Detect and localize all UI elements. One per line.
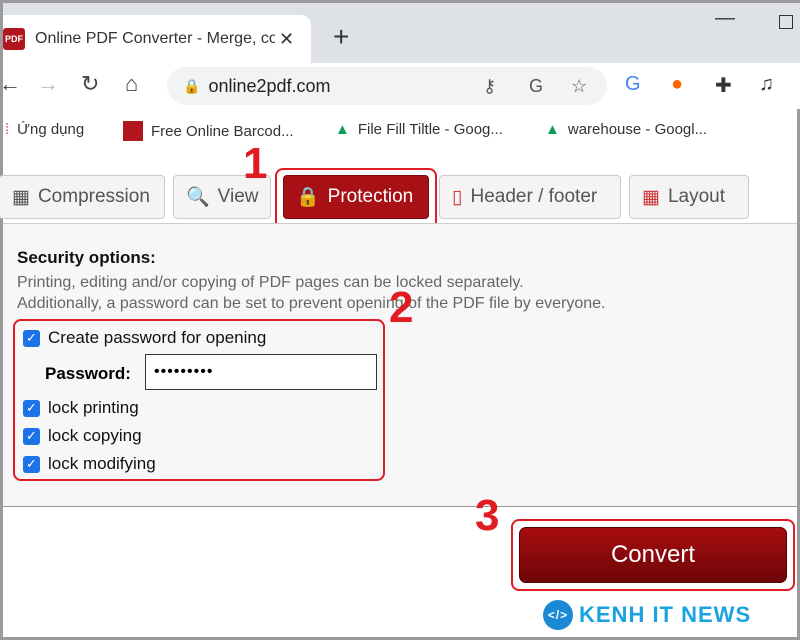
tab-layout[interactable]: ▦ Layout bbox=[629, 175, 749, 219]
header-footer-icon: ▯ bbox=[452, 186, 463, 208]
watermark-text: KENH IT NEWS bbox=[579, 602, 752, 627]
view-icon: 🔍 bbox=[186, 187, 210, 208]
step-number: 2 bbox=[389, 283, 414, 332]
tab-title: Online PDF Converter - Merge, co bbox=[35, 30, 275, 47]
watermark-logo: </> KENH IT NEWS bbox=[543, 600, 751, 630]
bookmark-apps[interactable]: ⁞ Ứng dụng bbox=[5, 121, 84, 138]
tab-label: View bbox=[217, 186, 259, 207]
layout-icon: ▦ bbox=[642, 186, 660, 208]
google-translate-ext-icon[interactable]: G bbox=[625, 73, 641, 96]
pdf-favicon-icon: PDF bbox=[3, 28, 25, 50]
bookmarks-bar: ⁞ Ứng dụng Free Online Barcod... ▲ File Fi… bbox=[3, 113, 800, 147]
section-title: Security options: bbox=[17, 248, 156, 267]
tab-label: Compression bbox=[37, 186, 150, 207]
address-bar[interactable]: 🔒 online2pdf.com ⚷ G ☆ bbox=[167, 67, 607, 105]
bookmark-label: Ứng dụng bbox=[17, 121, 85, 138]
tab-strip: PDF Online PDF Converter - Merge, co ✕ +… bbox=[3, 3, 800, 63]
url-text[interactable]: online2pdf.com bbox=[208, 76, 330, 97]
tab-label: Header / footer bbox=[470, 186, 598, 207]
new-tab-button[interactable]: + bbox=[333, 21, 349, 53]
minimize-button[interactable]: — bbox=[715, 7, 735, 30]
extensions-icon[interactable]: ✚ bbox=[715, 73, 732, 98]
media-icon[interactable]: ♫ bbox=[759, 73, 774, 96]
drive-icon: ▲ bbox=[545, 121, 560, 138]
lock-icon: 🔒 bbox=[183, 77, 201, 94]
back-icon[interactable]: ← bbox=[0, 71, 21, 97]
tab-header-footer[interactable]: ▯ Header / footer bbox=[439, 175, 621, 219]
apps-icon: ⁞ bbox=[5, 121, 10, 138]
code-icon: </> bbox=[543, 600, 573, 630]
maximize-button[interactable] bbox=[779, 15, 793, 29]
browser-tab[interactable]: PDF Online PDF Converter - Merge, co ✕ bbox=[3, 15, 311, 63]
bookmark-label: warehouse - Googl... bbox=[567, 121, 708, 138]
convert-button[interactable]: Convert bbox=[519, 527, 787, 583]
barcode-icon bbox=[123, 121, 143, 141]
highlight-box-2 bbox=[13, 319, 385, 481]
step-number: 1 bbox=[243, 139, 268, 188]
star-icon[interactable]: ☆ bbox=[571, 76, 587, 97]
bookmark-file-fill[interactable]: ▲ File Fill Tiltle - Goog... bbox=[335, 121, 503, 138]
key-icon[interactable]: ⚷ bbox=[483, 76, 496, 97]
hola-ext-icon[interactable]: ● bbox=[671, 73, 683, 96]
compression-icon: ▦ bbox=[12, 186, 30, 208]
step-number: 3 bbox=[475, 491, 500, 540]
highlight-box-1 bbox=[275, 168, 437, 230]
bookmark-warehouse[interactable]: ▲ warehouse - Googl... bbox=[545, 121, 707, 138]
bookmark-label: File Fill Tiltle - Goog... bbox=[357, 121, 503, 138]
reload-icon[interactable]: ↻ bbox=[81, 71, 99, 97]
bookmark-barcode[interactable]: Free Online Barcod... bbox=[123, 121, 294, 141]
close-tab-icon[interactable]: ✕ bbox=[279, 29, 294, 50]
translate-icon[interactable]: G bbox=[529, 76, 543, 97]
tab-label: Layout bbox=[667, 186, 725, 207]
description: Printing, editing and/or copying of PDF … bbox=[17, 274, 524, 291]
forward-icon[interactable]: → bbox=[37, 71, 59, 97]
tab-compression[interactable]: ▦ Compression bbox=[0, 175, 165, 219]
description: Additionally, a password can be set to p… bbox=[17, 295, 606, 312]
drive-icon: ▲ bbox=[335, 121, 350, 138]
home-icon[interactable]: ⌂ bbox=[125, 71, 138, 97]
bookmark-label: Free Online Barcod... bbox=[151, 122, 294, 140]
